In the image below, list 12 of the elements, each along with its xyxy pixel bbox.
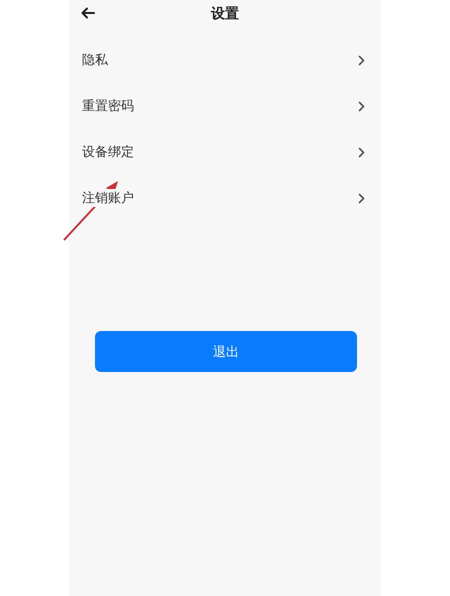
chevron-right-icon — [358, 100, 365, 112]
settings-item[interactable]: 重置密码 — [69, 83, 381, 129]
chevron-right-icon — [358, 146, 365, 158]
logout-button[interactable]: 退出 — [95, 331, 357, 372]
back-arrow-icon — [81, 7, 95, 19]
settings-item[interactable]: 隐私 — [69, 37, 381, 83]
settings-item[interactable]: 设备绑定 — [69, 129, 381, 175]
chevron-right-icon — [358, 192, 365, 204]
chevron-right-icon — [358, 54, 365, 66]
page-title: 设置 — [211, 5, 239, 23]
back-button[interactable] — [81, 7, 95, 19]
settings-item[interactable]: 注销账户 — [69, 175, 381, 221]
